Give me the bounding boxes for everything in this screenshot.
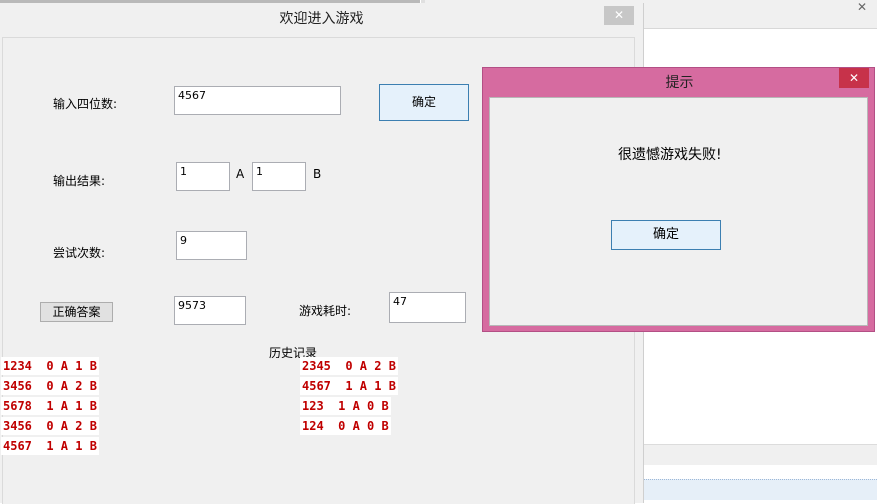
answer-field[interactable]: 9573 bbox=[174, 296, 246, 325]
history-item: 3456 0 A 2 B bbox=[1, 417, 99, 435]
history-item: 2345 0 A 2 B bbox=[300, 357, 398, 375]
background-close-icon[interactable]: ✕ bbox=[857, 0, 867, 14]
time-label: 游戏耗时: bbox=[299, 304, 352, 318]
background-status-bar bbox=[643, 444, 877, 465]
result-label: 输出结果: bbox=[53, 174, 106, 188]
attempts-label: 尝试次数: bbox=[53, 246, 106, 260]
message-dialog: 提示 ✕ 很遗憾游戏失败! 确定 bbox=[482, 67, 875, 332]
history-item: 4567 1 A 1 B bbox=[1, 437, 99, 455]
history-item: 124 0 A 0 B bbox=[300, 417, 391, 435]
dialog-client-area: 很遗憾游戏失败! 确定 bbox=[489, 97, 868, 326]
window-close-button[interactable]: ✕ bbox=[604, 6, 634, 25]
result-a-field[interactable]: 1 bbox=[176, 162, 230, 191]
dialog-close-button[interactable]: ✕ bbox=[839, 68, 869, 88]
number-input[interactable]: 4567 bbox=[174, 86, 341, 115]
result-b-unit: B bbox=[313, 167, 322, 181]
result-b-field[interactable]: 1 bbox=[252, 162, 306, 191]
dialog-ok-button[interactable]: 确定 bbox=[611, 220, 721, 250]
result-a-unit: A bbox=[236, 167, 245, 181]
input-label: 输入四位数: bbox=[53, 97, 118, 111]
history-item: 3456 0 A 2 B bbox=[1, 377, 99, 395]
dialog-message: 很遗憾游戏失败! bbox=[618, 147, 722, 163]
confirm-button[interactable]: 确定 bbox=[379, 84, 469, 121]
dialog-title: 提示 bbox=[665, 75, 694, 91]
show-answer-button[interactable]: 正确答案 bbox=[40, 302, 113, 322]
window-title: 欢迎进入游戏 bbox=[279, 11, 364, 27]
history-item: 123 1 A 0 B bbox=[300, 397, 391, 415]
history-item: 4567 1 A 1 B bbox=[300, 377, 398, 395]
history-item: 5678 1 A 1 B bbox=[1, 397, 99, 415]
background-dotted-panel bbox=[643, 479, 877, 500]
time-field[interactable]: 47 bbox=[389, 292, 466, 323]
history-item: 1234 0 A 1 B bbox=[1, 357, 99, 375]
attempts-field[interactable]: 9 bbox=[176, 231, 247, 260]
